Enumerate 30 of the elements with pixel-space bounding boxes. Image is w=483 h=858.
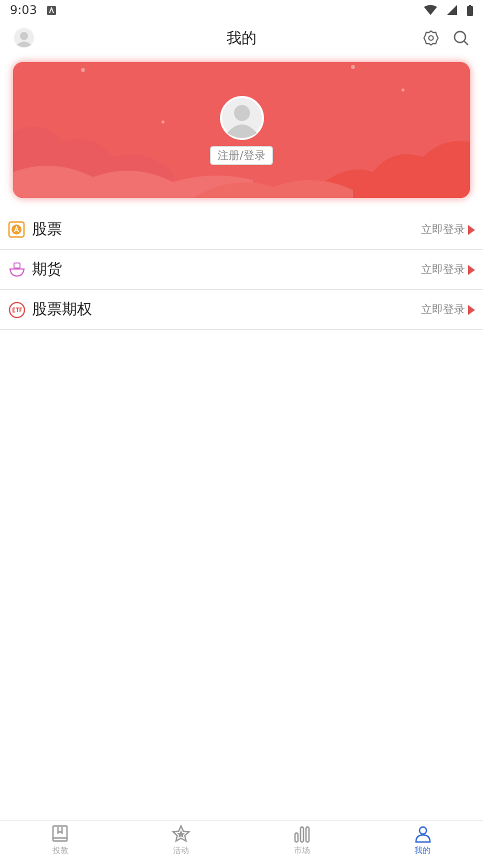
bar-chart-icon [292, 824, 312, 844]
menu-label: 股票 [32, 220, 62, 239]
page-title: 我的 [226, 28, 256, 48]
avatar-icon[interactable] [220, 96, 264, 140]
etf-circle-icon [8, 300, 26, 318]
battery-icon [467, 4, 473, 16]
book-icon [50, 824, 70, 844]
login-link[interactable]: 立即登录 [421, 262, 475, 277]
bowl-icon [8, 260, 26, 278]
play-arrow-icon [468, 264, 475, 274]
settings-icon[interactable] [423, 30, 439, 46]
notification-icon [46, 6, 56, 14]
star-icon [171, 824, 192, 844]
stock-badge-icon [8, 220, 26, 238]
menu-label: 期货 [32, 260, 62, 279]
search-icon[interactable] [453, 30, 469, 46]
status-time: 9:03 [10, 3, 37, 17]
signal-icon [447, 5, 457, 15]
wifi-icon [424, 5, 437, 15]
nav-tab[interactable]: 投教 [0, 821, 121, 858]
person-icon [412, 824, 433, 844]
menu-label: 股票期权 [32, 300, 92, 319]
nav-tab[interactable]: 活动 [120, 821, 242, 858]
play-arrow-icon [468, 224, 475, 234]
nav-tab[interactable]: 我的 [362, 821, 483, 858]
login-button[interactable]: 注册/登录 [210, 146, 274, 164]
login-link[interactable]: 立即登录 [421, 222, 475, 237]
nav-tab[interactable]: 市场 [242, 821, 362, 858]
play-arrow-icon [468, 304, 475, 314]
login-link[interactable]: 立即登录 [421, 302, 475, 317]
